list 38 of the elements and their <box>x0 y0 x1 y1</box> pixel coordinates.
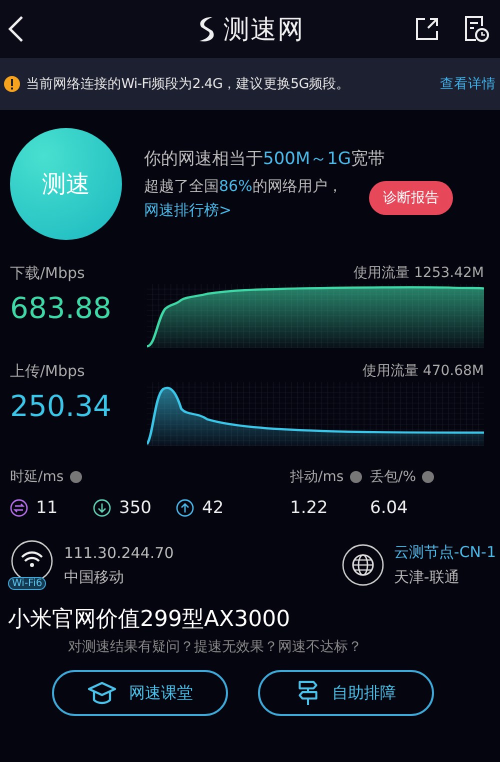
speed-label: 下载/Mbps <box>10 264 86 283</box>
speed-value: 250.34 <box>10 389 112 423</box>
graduation-cap-icon <box>87 680 117 706</box>
speed-label: 上传/Mbps <box>10 362 86 381</box>
latency-value: 42 <box>202 498 224 518</box>
latency-label: 时延/ms <box>10 468 64 486</box>
ip-address: 111.30.244.70 <box>64 544 174 562</box>
ranking-text: 超越了全国86%的网络用户， 网速排行榜> <box>144 176 344 220</box>
packet-loss-label: 丢包/% <box>370 468 416 486</box>
packet-loss-value: 6.04 <box>370 498 409 518</box>
notice-text: 当前网络连接的Wi-Fi频段为2.4G，建议更换5G频段。 <box>26 75 350 93</box>
troubleshoot-button[interactable]: 自助排障 <box>258 670 434 716</box>
speed-value: 683.88 <box>10 291 112 325</box>
swap-icon <box>10 499 28 517</box>
bandwidth-text: 你的网速相当于500M～1G宽带 <box>144 148 386 170</box>
isp-name: 中国移动 <box>64 568 125 586</box>
data-usage: 使用流量 470.68M <box>362 362 484 380</box>
share-icon[interactable] <box>414 16 440 42</box>
app-title: 测速网 <box>224 14 304 46</box>
jitter-value: 1.22 <box>290 498 329 518</box>
history-icon[interactable] <box>462 14 490 44</box>
globe-icon <box>342 544 384 586</box>
wifi6-badge: Wi-Fi6 <box>8 577 46 590</box>
speed-course-button[interactable]: 网速课堂 <box>52 670 228 716</box>
question-text: 对测速结果有疑问？提速无效果？网速不达标？ <box>68 638 363 656</box>
latency-value: 350 <box>119 498 152 518</box>
latency-value: 11 <box>36 498 58 518</box>
details-link[interactable]: 查看详情 <box>440 75 496 93</box>
signpost-icon <box>296 679 320 707</box>
router-title: 小米官网价值299型AX3000 <box>8 606 292 634</box>
ranking-link[interactable]: 网速排行榜> <box>144 200 232 218</box>
server-location: 天津-联通 <box>394 568 460 587</box>
back-icon[interactable] <box>8 15 24 43</box>
data-usage: 使用流量 1253.42M <box>354 264 484 282</box>
warning-icon <box>4 76 20 92</box>
report-button[interactable]: 诊断报告 <box>369 180 453 214</box>
jitter-label: 抖动/ms <box>290 468 344 486</box>
server-node-link[interactable]: 云测节点-CN-1 <box>394 543 496 562</box>
